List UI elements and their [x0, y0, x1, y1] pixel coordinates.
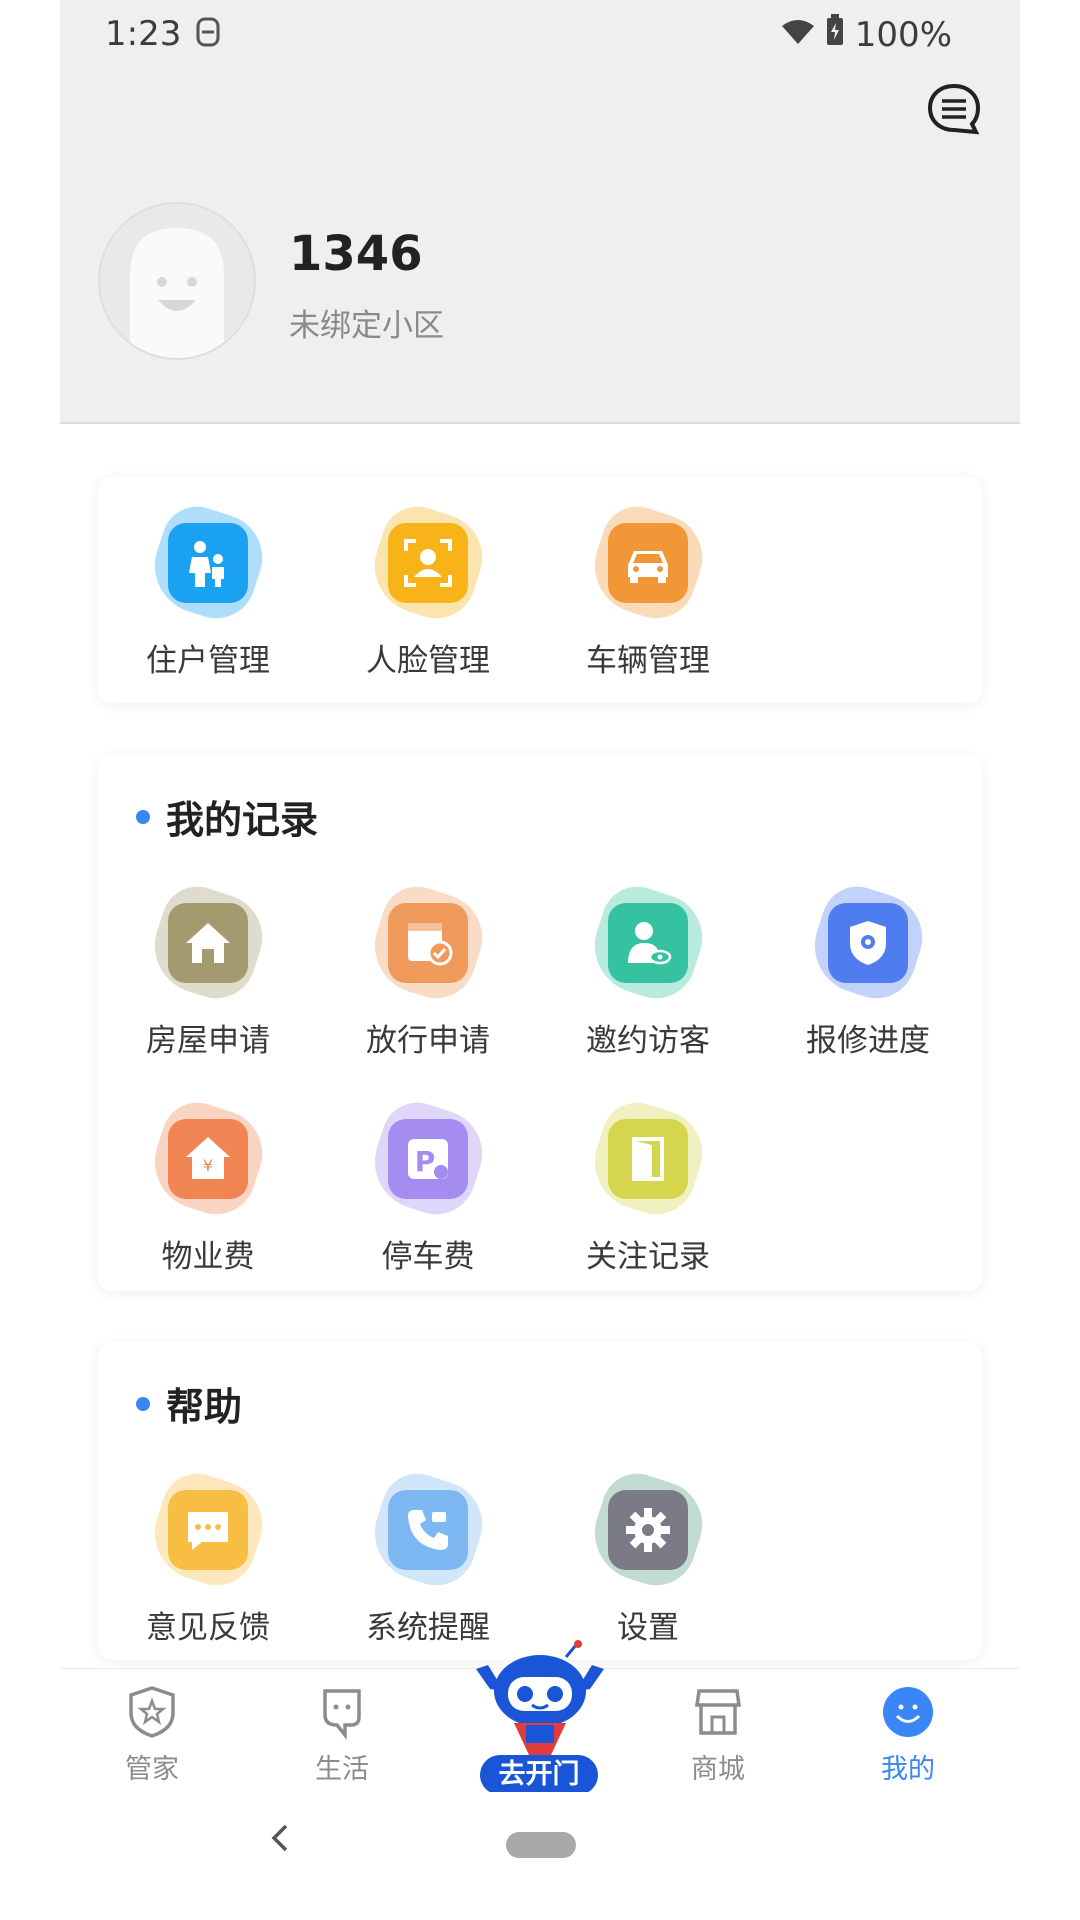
property-fee-button[interactable]: ¥ 物业费: [98, 1093, 318, 1276]
residents-manage-button[interactable]: 住户管理: [98, 497, 318, 680]
vehicle-manage-button[interactable]: 车辆管理: [538, 497, 758, 680]
item-label: 意见反馈: [146, 1610, 270, 1646]
house-application-button[interactable]: 房屋申请: [98, 877, 318, 1060]
nav-label: 我的: [881, 1754, 935, 1785]
repair-shield-icon: [828, 903, 908, 983]
help-card: 帮助 意见反馈 系统提醒 设置: [98, 1342, 982, 1660]
phone-reminder-icon: [388, 1490, 468, 1570]
sim-indicator-icon: [195, 16, 221, 56]
house-icon: [168, 903, 248, 983]
item-label: 停车费: [381, 1239, 475, 1275]
parking-fee-button[interactable]: P 停车费: [318, 1093, 538, 1276]
community-status[interactable]: 未绑定小区: [289, 300, 444, 345]
invite-visitor-button[interactable]: 邀约访客: [538, 877, 758, 1060]
follow-records-button[interactable]: 关注记录: [538, 1093, 758, 1276]
section-title-text: 帮助: [166, 1385, 243, 1429]
svg-text:¥: ¥: [203, 1156, 213, 1175]
feedback-button[interactable]: 意见反馈: [98, 1464, 318, 1647]
item-label: 物业费: [161, 1239, 255, 1275]
battery-percent: 100%: [854, 14, 952, 55]
item-label: 房屋申请: [146, 1023, 270, 1059]
wifi-icon: [781, 15, 815, 55]
section-dot: [136, 809, 150, 824]
nav-item-mine[interactable]: 我的: [848, 1685, 968, 1786]
manage-card: 住户管理 人脸管理 车辆管理: [98, 477, 982, 703]
app-screen: 1:23 100% 1346 未绑定小区 住户管理 人脸管理 车辆管理 我的记录…: [60, 0, 1020, 1920]
shield-star-icon: [129, 1686, 175, 1738]
residents-icon: [168, 523, 248, 603]
store-icon: [694, 1689, 742, 1735]
avatar[interactable]: [98, 202, 256, 360]
pass-approve-icon: [388, 903, 468, 983]
section-dot: [136, 1396, 150, 1411]
item-label: 报修进度: [806, 1023, 930, 1059]
home-pill[interactable]: [506, 1832, 576, 1858]
open-door-button[interactable]: 去开门: [480, 1755, 598, 1795]
message-icon[interactable]: [926, 82, 982, 138]
visitor-icon: [608, 903, 688, 983]
smile-icon: [883, 1687, 933, 1737]
item-label: 人脸管理: [366, 643, 490, 679]
battery-icon: [825, 14, 845, 55]
status-right: 100%: [781, 14, 952, 55]
item-label: 车辆管理: [586, 643, 710, 679]
settings-button[interactable]: 设置: [538, 1464, 758, 1647]
back-icon[interactable]: [260, 1818, 300, 1858]
nav-item-life[interactable]: 生活: [282, 1685, 402, 1786]
system-navigation-bar: [60, 1792, 1020, 1920]
pass-application-button[interactable]: 放行申请: [318, 877, 538, 1060]
face-scan-icon: [388, 523, 468, 603]
nav-item-butler[interactable]: 管家: [92, 1685, 212, 1786]
item-label: 关注记录: [586, 1239, 710, 1275]
nav-item-mall[interactable]: 商城: [658, 1685, 778, 1786]
bottom-nav: 管家 生活 去开门 商城 我的: [60, 1640, 1020, 1795]
feedback-icon: [168, 1490, 248, 1570]
help-section-title: 帮助: [136, 1376, 242, 1431]
property-fee-icon: ¥: [168, 1119, 248, 1199]
records-card: 我的记录 房屋申请 放行申请 邀约访客 报修进度 ¥ 物业费 P 停车费 关注记…: [98, 755, 982, 1291]
item-label: 邀约访客: [586, 1023, 710, 1059]
system-reminder-button[interactable]: 系统提醒: [318, 1464, 538, 1647]
nav-label: 管家: [125, 1754, 179, 1785]
door-icon: [608, 1119, 688, 1199]
parking-fee-icon: P: [388, 1119, 468, 1199]
item-label: 住户管理: [146, 643, 270, 679]
item-label: 放行申请: [366, 1023, 490, 1059]
car-icon: [608, 523, 688, 603]
settings-gear-icon: [608, 1490, 688, 1570]
section-title-text: 我的记录: [166, 798, 319, 842]
status-time: 1:23: [105, 14, 182, 54]
face-manage-button[interactable]: 人脸管理: [318, 497, 538, 680]
nav-label: 商城: [691, 1754, 745, 1785]
svg-text:P: P: [415, 1145, 436, 1178]
profile-header: 1:23 100% 1346 未绑定小区: [60, 0, 1020, 424]
records-section-title: 我的记录: [136, 789, 318, 844]
repair-progress-button[interactable]: 报修进度: [758, 877, 978, 1060]
life-face-icon: [323, 1689, 361, 1740]
username: 1346: [289, 226, 423, 282]
nav-label: 生活: [315, 1754, 369, 1785]
